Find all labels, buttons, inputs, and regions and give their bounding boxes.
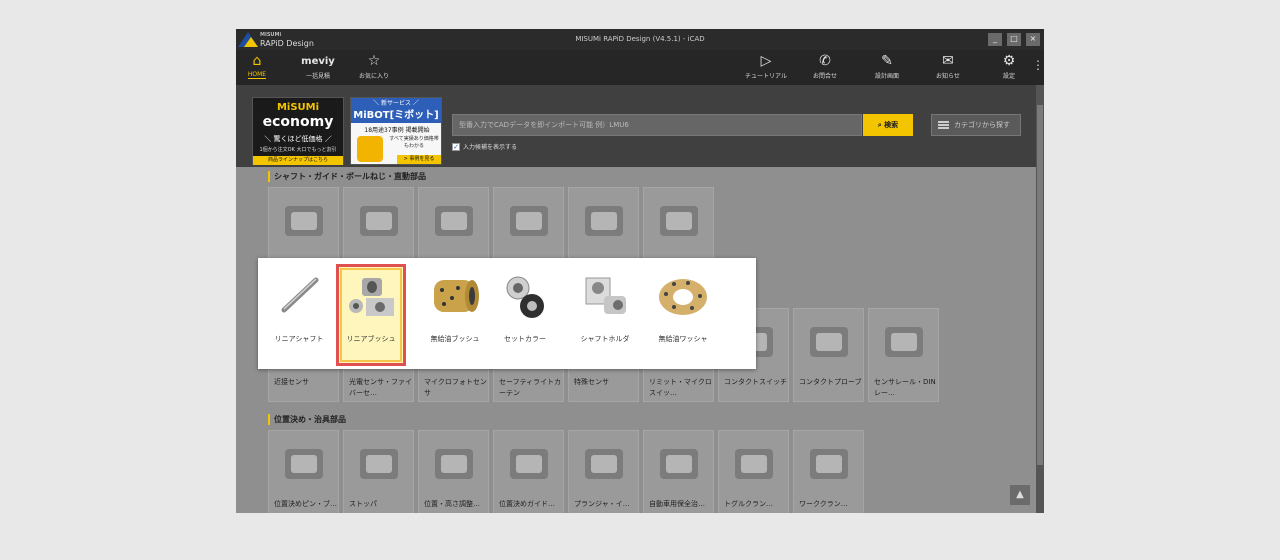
scroll-top-button[interactable]: ▲ <box>1010 485 1030 505</box>
product-label: 近接センサ <box>274 378 309 386</box>
tutorial-button[interactable]: ▷ チュートリアル <box>744 52 788 85</box>
suggestions-checkbox[interactable]: ✓ 入力候補を表示する <box>452 142 517 152</box>
row3-product-card[interactable]: プランジャ・イ… <box>568 430 639 513</box>
contact-button[interactable]: ✆ お問合せ <box>808 52 842 85</box>
design-screen-button[interactable]: ✎ 設計画面 <box>868 52 906 85</box>
row3-product-card[interactable]: 位置決めピン・ブ… <box>268 430 339 513</box>
row3-product-card[interactable]: 位置・高さ調整… <box>418 430 489 513</box>
row3-product-card[interactable]: ストッパ <box>343 430 414 513</box>
product-image <box>577 196 631 246</box>
product-label: 位置決めピン・ブ… <box>274 500 337 508</box>
product-image <box>277 196 331 246</box>
product-image <box>427 439 481 489</box>
popup-item-oilless-bush[interactable]: 無給油ブッシュ <box>420 264 490 366</box>
row2-product-card[interactable]: センサレール・DINレー… <box>868 308 939 402</box>
section-title-positioning: 位置決め・治具部品 <box>268 414 346 425</box>
edit-icon: ✎ <box>881 53 893 69</box>
category-search-button[interactable]: カテゴリから探す <box>931 114 1021 136</box>
linear-shaft-image <box>281 277 319 313</box>
news-button[interactable]: ✉ お知らせ <box>926 52 970 85</box>
title-bar: MISUMi RAPiD Design MISUMi RAPiD Design … <box>236 29 1044 50</box>
search-header: MiSUMi economy ＼ 驚くほど低価格 ／ 1個から注文OK 大口でも… <box>236 85 1036 167</box>
close-button[interactable]: × <box>1026 33 1040 46</box>
product-label: コンタクトスイッチ <box>724 378 787 386</box>
product-label: 特殊センサ <box>574 378 609 386</box>
product-image <box>277 439 331 489</box>
product-image <box>352 439 406 489</box>
home-icon: ⌂ <box>252 53 262 69</box>
linear-bush-image <box>349 278 394 316</box>
minimize-button[interactable]: _ <box>988 33 1002 46</box>
product-image <box>502 439 556 489</box>
popup-item-linear-bush[interactable]: リニアブッシュ <box>336 264 406 366</box>
phone-icon: ✆ <box>819 53 831 69</box>
meviy-icon: meviy <box>301 56 335 67</box>
window-title: MISUMi RAPiD Design (V4.5.1) - iCAD <box>575 35 705 43</box>
popup-item-linear-shaft[interactable]: リニアシャフト <box>264 264 334 366</box>
product-image <box>652 196 706 246</box>
row3-product-card[interactable]: ワーククラン… <box>793 430 864 513</box>
gear-icon: ⚙ <box>1002 53 1016 69</box>
home-button[interactable]: ⌂ HOME <box>244 52 270 85</box>
row3-product-card[interactable]: 自動車用保全治… <box>643 430 714 513</box>
row3-product-card[interactable]: 位置決めガイド… <box>493 430 564 513</box>
star-icon: ☆ <box>367 53 381 69</box>
product-label: 光電センサ・ファイバーセ… <box>349 378 412 397</box>
product-image <box>802 439 856 489</box>
scrollbar-thumb[interactable] <box>1037 105 1043 465</box>
product-image <box>352 196 406 246</box>
product-label: コンタクトプローブ <box>799 378 862 386</box>
product-label: ストッパ <box>349 500 377 508</box>
maximize-button[interactable]: □ <box>1007 33 1021 46</box>
checkbox-icon[interactable]: ✓ <box>452 142 460 151</box>
product-image <box>652 439 706 489</box>
product-label: プランジャ・イ… <box>574 500 630 508</box>
message-icon: ✉ <box>942 53 954 69</box>
popup-item-set-collar[interactable]: セットカラー <box>490 264 560 366</box>
product-image <box>427 196 481 246</box>
search-input[interactable]: 型番入力でCADデータを即インポート可能 例）LMU6 <box>452 114 862 136</box>
popup-item-shaft-holder[interactable]: シャフトホルダ <box>570 264 640 366</box>
product-label: トグルクラン… <box>724 500 773 508</box>
row2-product-card[interactable]: コンタクトプローブ <box>793 308 864 402</box>
favorites-button[interactable]: ☆ お気に入り <box>356 52 392 85</box>
bulk-quote-button[interactable]: meviy 一括見積 <box>292 52 344 85</box>
row3-product-card[interactable]: トグルクラン… <box>718 430 789 513</box>
subcategory-popup: リニアシャフト リニアブッシュ 無給油ブッシュ セットカラー シャフトホルダ 無… <box>258 258 756 369</box>
settings-button[interactable]: ⚙ 設定 <box>996 52 1022 85</box>
product-image <box>577 439 631 489</box>
mibot-banner[interactable]: ＼ 新サービス ／ MiBOT[ミボット] 18用途37事例 掲載開始 すべて実… <box>350 97 442 165</box>
product-label: ワーククラン… <box>799 500 848 508</box>
main-toolbar: ⌂ HOME meviy 一括見積 ☆ お気に入り ▷ チュートリアル ✆ お問… <box>236 50 1044 85</box>
product-label: セーフティライトカーテン <box>499 378 562 397</box>
product-label: センサレール・DINレー… <box>874 378 936 397</box>
scrollbar[interactable] <box>1036 85 1044 513</box>
shaft-holder-image <box>585 277 626 314</box>
product-label: 位置決めガイド… <box>499 500 555 508</box>
product-label: マイクロフォトセンサ <box>424 378 487 397</box>
product-label: 位置・高さ調整… <box>424 500 480 508</box>
section-title-shaft: シャフト・ガイド・ボールねじ・直動部品 <box>268 171 426 182</box>
menu-icon <box>938 121 949 129</box>
economy-banner[interactable]: MiSUMi economy ＼ 驚くほど低価格 ／ 1個から注文OK 大口でも… <box>252 97 344 165</box>
product-image <box>802 317 856 367</box>
search-button[interactable]: ⌕ 検索 <box>863 114 913 136</box>
product-image <box>727 439 781 489</box>
product-label: 自動車用保全治… <box>649 500 705 508</box>
popup-item-oilless-washer[interactable]: 無給油ワッシャ <box>648 264 718 366</box>
oilless-washer-image <box>659 279 707 315</box>
product-image <box>502 196 556 246</box>
product-label: リミット・マイクロスイッ… <box>649 378 712 397</box>
robot-image <box>357 136 383 162</box>
set-collar-image <box>506 276 544 318</box>
oilless-bush-image <box>434 280 479 312</box>
play-icon: ▷ <box>760 53 772 69</box>
product-image <box>877 317 931 367</box>
